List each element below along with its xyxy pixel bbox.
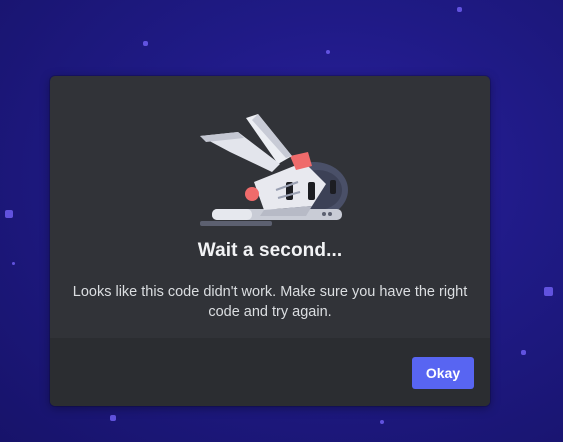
star-decoration — [12, 262, 15, 265]
star-decoration — [110, 415, 116, 421]
dialog-footer: Okay — [50, 338, 490, 406]
dialog-title: Wait a second... — [197, 240, 343, 261]
dialog-message: Looks like this code didn't work. Make s… — [72, 284, 468, 320]
star-decoration — [544, 287, 553, 296]
star-decoration — [326, 50, 330, 54]
okay-button[interactable]: Okay — [412, 357, 474, 389]
star-decoration — [380, 420, 384, 424]
star-decoration — [521, 350, 526, 355]
star-decoration — [5, 210, 13, 218]
error-dialog: Wait a second... Looks like this code di… — [50, 76, 490, 406]
crashed-spaceship-icon — [200, 114, 348, 226]
star-decoration — [457, 7, 462, 12]
star-decoration — [143, 41, 148, 46]
dialog-body: Wait a second... Looks like this code di… — [50, 76, 490, 338]
